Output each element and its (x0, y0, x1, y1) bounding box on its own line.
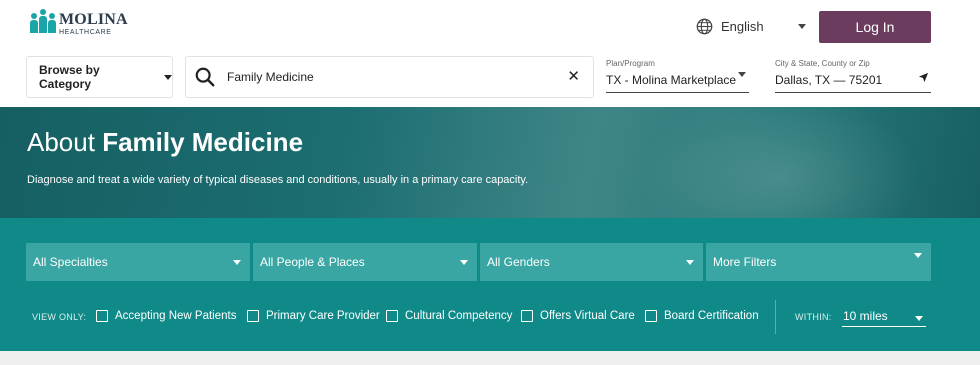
content-area (0, 351, 980, 365)
checkbox-accepting-new-patients[interactable]: Accepting New Patients (96, 310, 236, 322)
chevron-down-icon (738, 72, 746, 77)
view-only-label: VIEW ONLY: (32, 312, 87, 322)
distance-value: 10 miles (843, 309, 888, 323)
within-label: WITHIN: (795, 312, 832, 322)
plan-program-select[interactable]: Plan/Program TX - Molina Marketplace (606, 59, 749, 93)
genders-label: All Genders (487, 255, 550, 269)
checkbox-label: Offers Virtual Care (540, 310, 635, 322)
browse-label: Browse by Category (39, 63, 100, 91)
language-label: English (721, 19, 764, 34)
checkbox-primary-care-provider[interactable]: Primary Care Provider (247, 310, 380, 322)
page-title: About Family Medicine (27, 127, 303, 158)
page-description: Diagnose and treat a wide variety of typ… (27, 174, 529, 186)
molina-logo[interactable]: MOLINA HEALTHCARE (30, 8, 128, 36)
checkbox-box[interactable] (521, 310, 533, 322)
specialties-dropdown[interactable]: All Specialties (26, 243, 250, 281)
title-prefix: About (27, 127, 95, 157)
people-places-dropdown[interactable]: All People & Places (253, 243, 477, 281)
location-label: City & State, County or Zip (775, 59, 870, 68)
checkbox-label: Accepting New Patients (115, 310, 237, 322)
checkbox-cultural-competency[interactable]: Cultural Competency (386, 310, 512, 322)
checkbox-box[interactable] (96, 310, 108, 322)
filter-bar: All Specialties All People & Places All … (0, 218, 980, 351)
title-specialty: Family Medicine (102, 127, 304, 157)
genders-dropdown[interactable]: All Genders (480, 243, 703, 281)
checkbox-board-certification[interactable]: Board Certification (645, 310, 759, 322)
chevron-down-icon (686, 260, 694, 265)
chevron-down-icon (914, 253, 922, 258)
more-filters-dropdown[interactable]: More Filters (706, 243, 931, 281)
checkbox-offers-virtual-care[interactable]: Offers Virtual Care (521, 310, 635, 322)
checkbox-box[interactable] (645, 310, 657, 322)
search-input[interactable] (227, 70, 547, 84)
close-icon[interactable]: ✕ (567, 69, 580, 84)
browse-by-category-dropdown[interactable]: Browse by Category (26, 56, 173, 98)
checkbox-box[interactable] (247, 310, 259, 322)
people-places-label: All People & Places (260, 255, 365, 269)
search-box[interactable]: ✕ (185, 56, 594, 98)
filter-divider (775, 300, 776, 334)
plan-program-label: Plan/Program (606, 59, 655, 68)
globe-icon (696, 18, 713, 35)
location-field[interactable]: City & State, County or Zip Dallas, TX —… (775, 59, 931, 93)
distance-select[interactable]: 10 miles (842, 306, 926, 327)
checkbox-label: Cultural Competency (405, 310, 513, 322)
hero-banner: About Family Medicine Diagnose and treat… (0, 107, 980, 218)
language-selector[interactable]: English (696, 18, 806, 35)
chevron-down-icon (915, 316, 923, 321)
specialties-label: All Specialties (33, 255, 108, 269)
location-value: Dallas, TX — 75201 (775, 73, 883, 87)
location-arrow-icon[interactable] (918, 72, 929, 83)
chevron-down-icon (460, 260, 468, 265)
search-icon (195, 67, 215, 87)
checkbox-label: Primary Care Provider (266, 310, 380, 322)
plan-program-value: TX - Molina Marketplace (606, 73, 737, 87)
chevron-down-icon (233, 260, 241, 265)
login-button[interactable]: Log In (819, 11, 931, 43)
logo-subtitle: HEALTHCARE (59, 29, 112, 36)
checkbox-label: Board Certification (664, 310, 759, 322)
more-filters-label: More Filters (713, 255, 777, 269)
chevron-down-icon (164, 74, 172, 80)
logo-people-icon (30, 8, 56, 33)
checkbox-box[interactable] (386, 310, 398, 322)
chevron-down-icon (797, 24, 806, 29)
logo-wordmark: MOLINA (59, 11, 128, 28)
